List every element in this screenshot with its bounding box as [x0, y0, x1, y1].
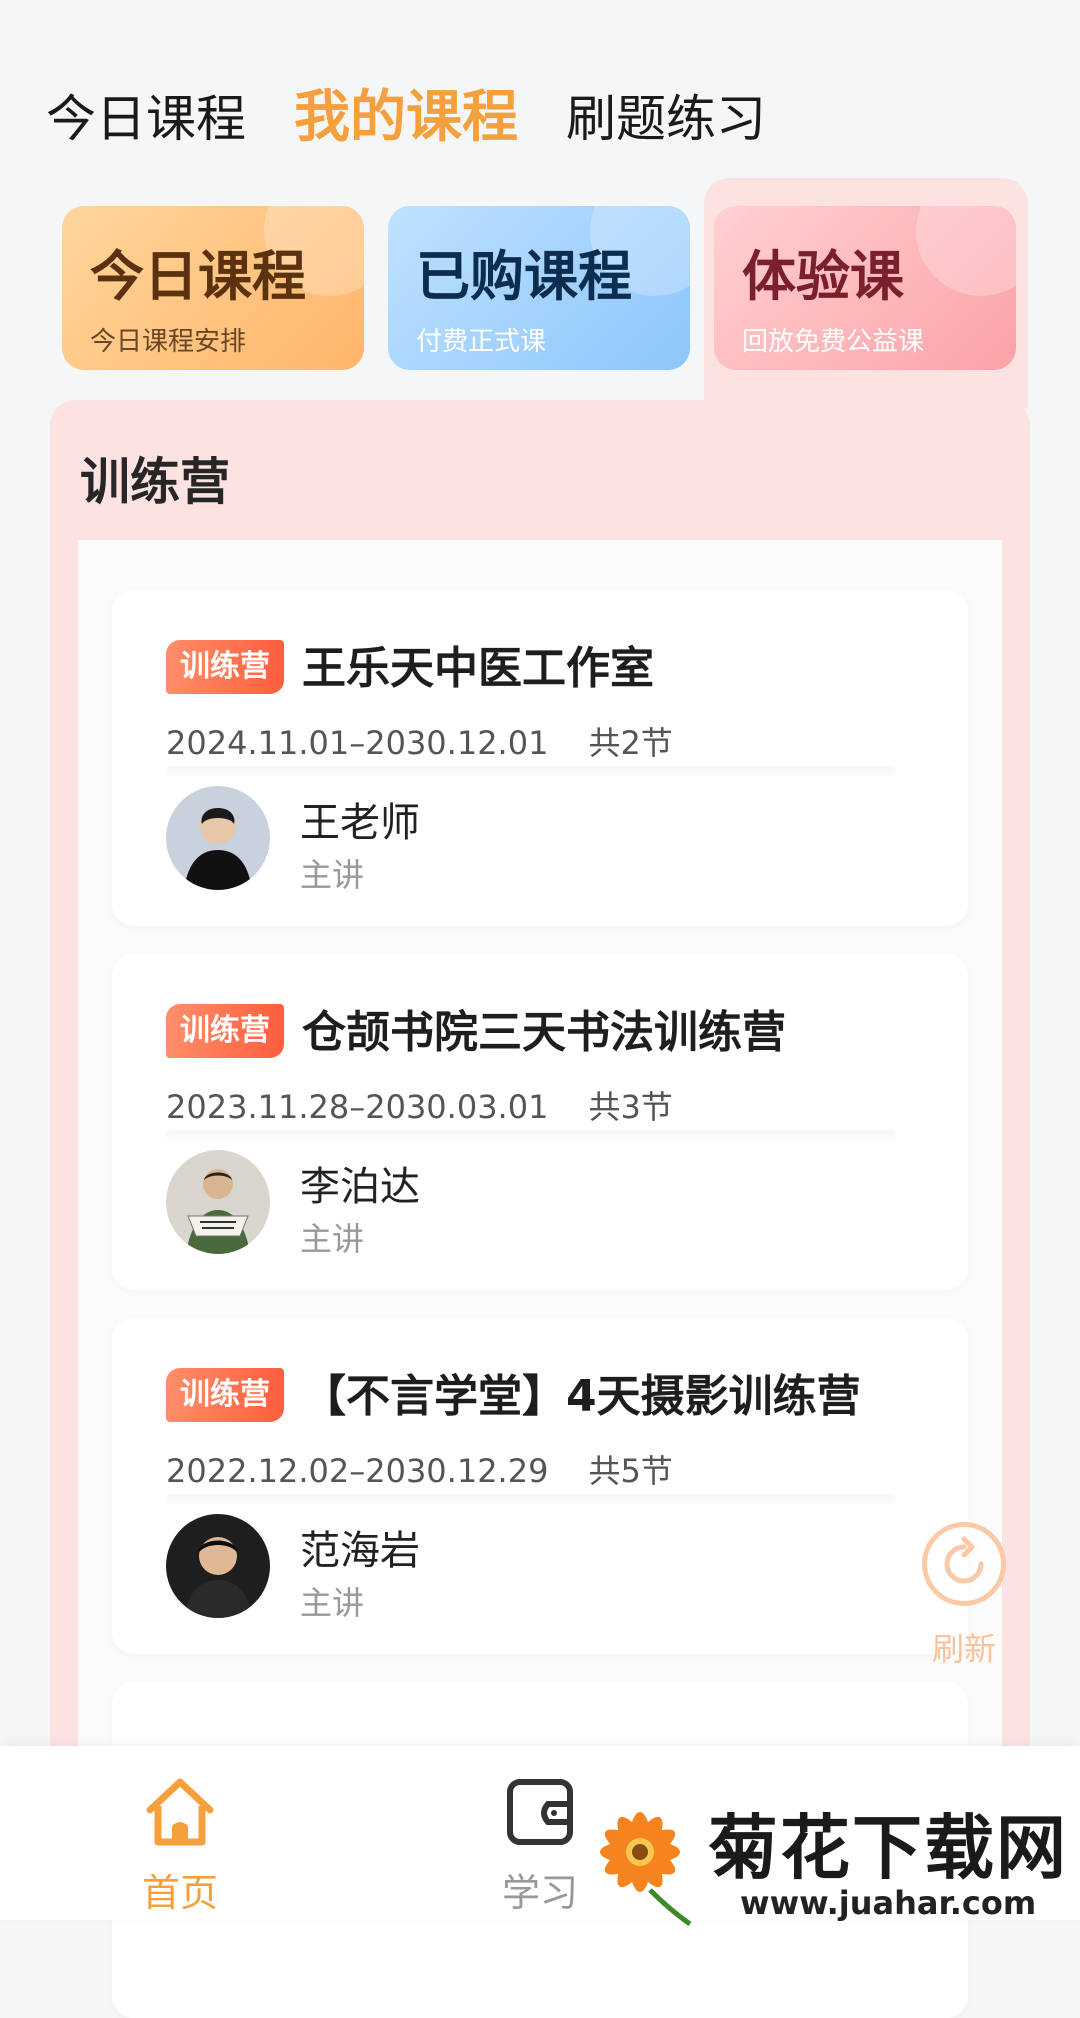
category-title: 今日课程 — [90, 245, 306, 308]
course-title: 王乐天中医工作室 — [302, 643, 654, 694]
nav-study[interactable]: 学习 — [470, 1774, 610, 1917]
course-card[interactable]: 训练营 王乐天中医工作室 2024.11.01–2030.12.01 共2节 王老… — [112, 590, 968, 926]
watermark: 菊花下载网 www.juahar.com — [590, 1792, 1070, 1927]
divider-shadow — [166, 1494, 896, 1506]
course-meta: 2023.11.28–2030.03.01 共3节 — [166, 1082, 673, 1128]
category-today-card[interactable]: 今日课程 今日课程安排 — [62, 206, 364, 370]
category-purchased-card[interactable]: 已购课程 付费正式课 — [388, 206, 690, 370]
teacher-avatar — [166, 1514, 270, 1618]
course-tag: 训练营 — [166, 1368, 284, 1422]
top-tab-bar: 今日课程 我的课程 刷题练习 — [46, 72, 766, 153]
teacher-avatar — [166, 786, 270, 890]
category-cards: 今日课程 今日课程安排 已购课程 付费正式课 体验课 回放免费公益课 — [62, 206, 1016, 370]
refresh-icon — [922, 1522, 1006, 1606]
category-subtitle: 回放免费公益课 — [742, 327, 925, 357]
course-title: 【不言学堂】4天摄影训练营 — [302, 1371, 861, 1422]
category-trial-card[interactable]: 体验课 回放免费公益课 — [714, 206, 1016, 370]
course-lesson-count: 共2节 — [588, 724, 673, 762]
course-date-range: 2023.11.28–2030.03.01 — [166, 1088, 549, 1126]
teacher-name: 范海岩 — [300, 1528, 420, 1574]
course-date-range: 2024.11.01–2030.12.01 — [166, 724, 549, 762]
wallet-icon — [507, 1779, 573, 1845]
course-list[interactable]: 训练营 王乐天中医工作室 2024.11.01–2030.12.01 共2节 王老… — [78, 540, 1002, 2018]
tab-practice[interactable]: 刷题练习 — [566, 79, 766, 151]
tab-today-courses[interactable]: 今日课程 — [46, 79, 246, 151]
home-icon — [146, 1778, 214, 1846]
divider-shadow — [166, 1130, 896, 1142]
category-subtitle: 今日课程安排 — [90, 327, 247, 357]
tab-my-courses[interactable]: 我的课程 — [294, 72, 518, 153]
category-title: 体验课 — [742, 245, 904, 308]
course-lesson-count: 共5节 — [588, 1452, 673, 1490]
teacher-name: 李泊达 — [300, 1164, 420, 1210]
nav-home-label: 首页 — [141, 1871, 218, 1915]
course-meta: 2022.12.02–2030.12.29 共5节 — [166, 1446, 673, 1492]
course-card[interactable]: 训练营 仓颉书院三天书法训练营 2023.11.28–2030.03.01 共3节… — [112, 954, 968, 1290]
course-tag: 训练营 — [166, 1004, 284, 1058]
nav-study-label: 学习 — [501, 1871, 578, 1915]
course-title: 仓颉书院三天书法训练营 — [302, 1007, 786, 1058]
course-meta: 2024.11.01–2030.12.01 共2节 — [166, 718, 673, 764]
refresh-label: 刷新 — [931, 1630, 996, 1668]
course-lesson-count: 共3节 — [588, 1088, 673, 1126]
course-tag: 训练营 — [166, 640, 284, 694]
nav-home[interactable]: 首页 — [110, 1774, 250, 1917]
category-subtitle: 付费正式课 — [416, 327, 547, 357]
teacher-role: 主讲 — [300, 1220, 365, 1258]
teacher-role: 主讲 — [300, 856, 365, 894]
watermark-url: www.juahar.com — [740, 1884, 1037, 1922]
flower-logo — [600, 1812, 692, 1927]
refresh-button[interactable]: 刷新 — [916, 1522, 1012, 1670]
teacher-avatar — [166, 1150, 270, 1254]
divider-shadow — [166, 766, 896, 778]
course-card[interactable]: 训练营 【不言学堂】4天摄影训练营 2022.12.02–2030.12.29 共… — [112, 1318, 968, 1654]
teacher-name: 王老师 — [300, 800, 420, 846]
watermark-title: 菊花下载网 — [708, 1807, 1068, 1889]
section-title: 训练营 — [80, 453, 230, 511]
course-date-range: 2022.12.02–2030.12.29 — [166, 1452, 549, 1490]
teacher-role: 主讲 — [300, 1584, 365, 1622]
category-title: 已购课程 — [416, 245, 632, 308]
course-panel: 训练营 训练营 王乐天中医工作室 2024.11.01–2030.12.01 共2… — [50, 400, 1030, 2018]
